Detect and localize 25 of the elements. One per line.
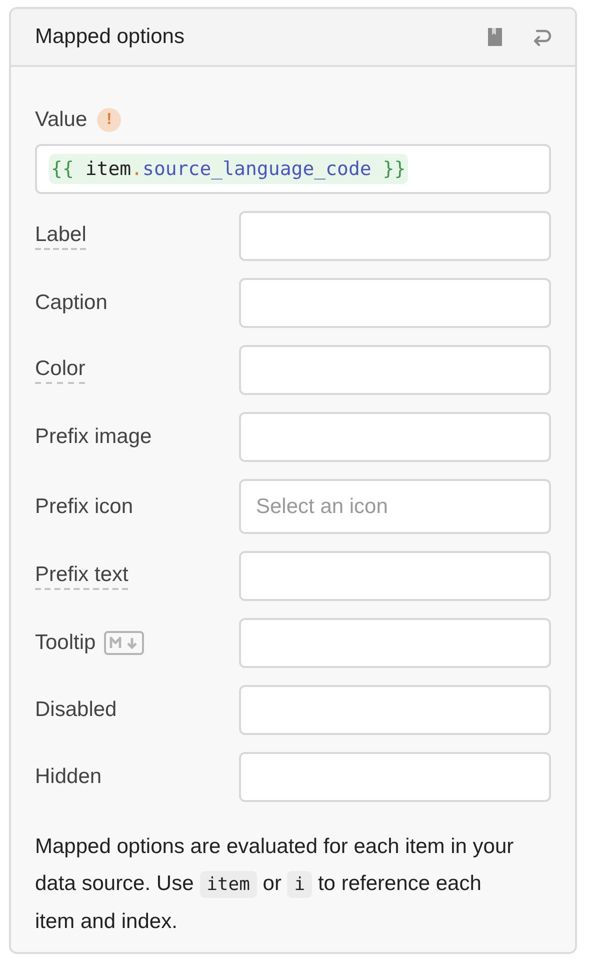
field-label: Color — [35, 356, 86, 384]
help-text: Mapped options are evaluated for each item in your data source. Use item or i to reference each item and index. — [35, 834, 515, 935]
input-field[interactable] — [239, 752, 551, 802]
input-field[interactable] — [239, 412, 551, 462]
field-label: Value — [35, 107, 88, 133]
input-field[interactable] — [239, 618, 551, 668]
input-field[interactable] — [239, 211, 551, 261]
field-label: Tooltip — [35, 630, 96, 656]
input-field[interactable] — [239, 551, 551, 601]
field-label: Prefix text — [35, 562, 128, 590]
field-label: Hidden — [35, 764, 102, 790]
book-icon[interactable] — [485, 26, 505, 48]
warning-icon: ! — [97, 108, 122, 132]
input-field[interactable]: Select an icon — [239, 479, 551, 534]
field-label: Prefix image — [35, 424, 152, 450]
field-label: Caption — [35, 290, 108, 316]
template-expression: {{ item.source_language_code }} — [49, 154, 408, 184]
field-label: Disabled — [35, 697, 117, 723]
input-field[interactable] — [239, 278, 551, 328]
code-input-field[interactable]: {{ item.source_language_code }} — [35, 144, 551, 194]
field-label: Prefix icon — [35, 494, 134, 520]
input-field[interactable] — [239, 685, 551, 735]
field-label: Label — [35, 222, 86, 250]
input-field[interactable] — [239, 345, 551, 395]
panel-title: Mapped options — [35, 25, 184, 49]
